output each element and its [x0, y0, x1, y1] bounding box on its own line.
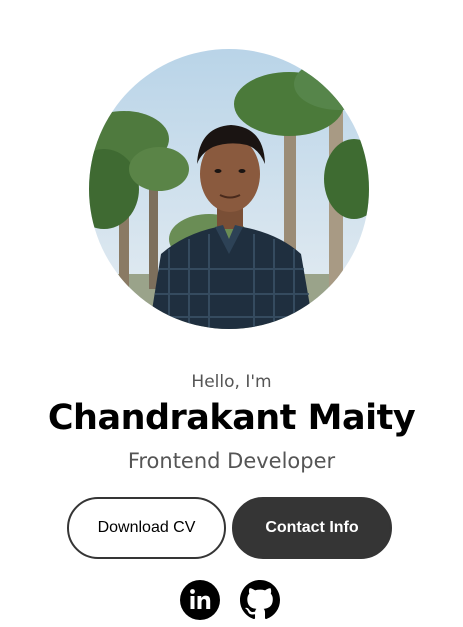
profile-section: Hello, I'm Chandrakant Maity Frontend De… — [0, 0, 463, 627]
greeting-text: Hello, I'm — [191, 372, 272, 392]
profile-photo — [89, 49, 369, 329]
github-icon[interactable] — [240, 580, 280, 620]
download-cv-button[interactable]: Download CV — [67, 497, 226, 559]
profile-role: Frontend Developer — [127, 449, 336, 473]
profile-name: Chandrakant Maity — [47, 398, 416, 438]
linkedin-icon[interactable] — [180, 580, 220, 620]
contact-info-button[interactable]: Contact Info — [232, 497, 392, 559]
